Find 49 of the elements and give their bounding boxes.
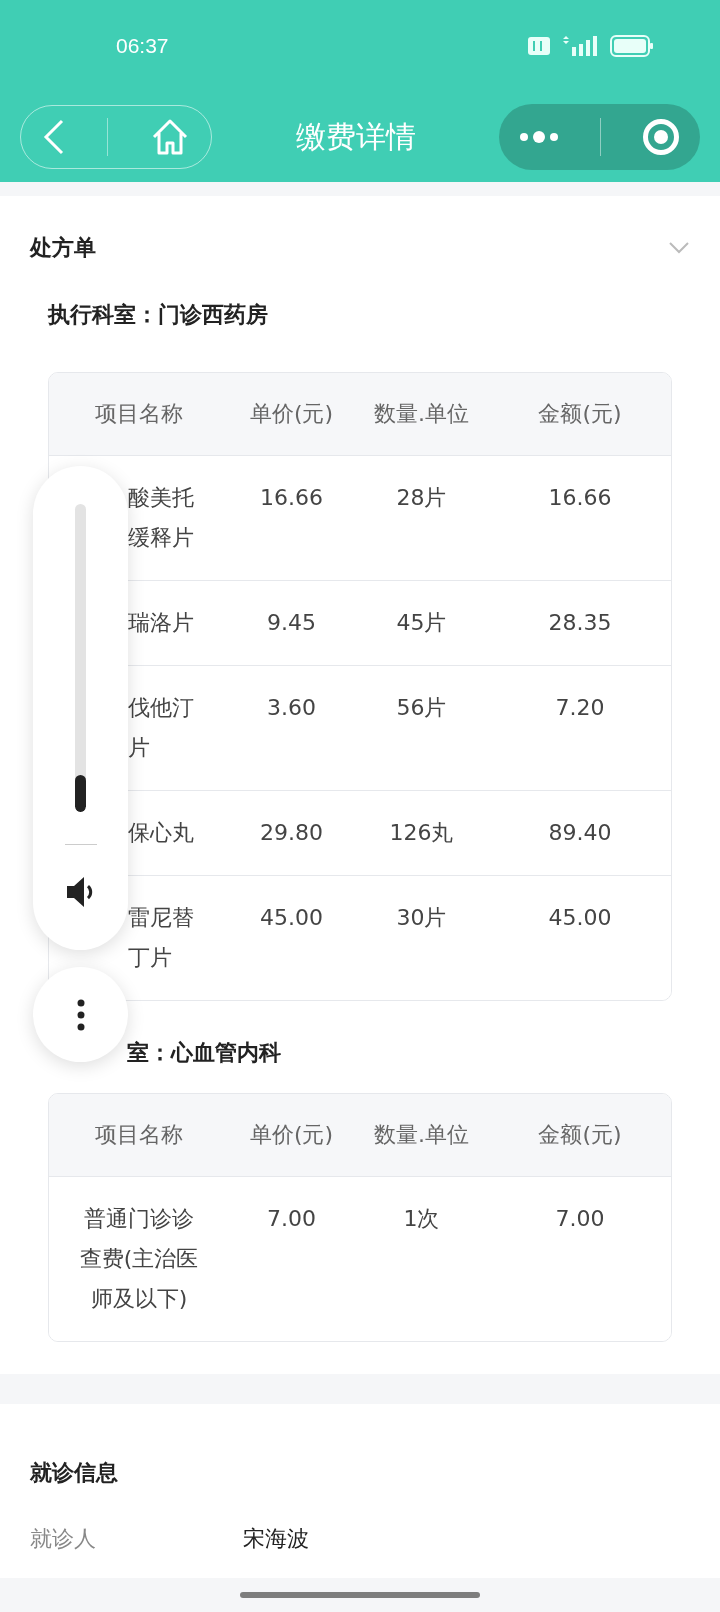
table-cell-text: 瑞洛片 xyxy=(128,609,194,637)
table-cell-text: 28.35 xyxy=(547,609,613,637)
table-cell-text: 56片 xyxy=(395,694,448,722)
more-button[interactable] xyxy=(519,131,560,143)
column-header: 金额(元) xyxy=(537,1121,623,1149)
column-header: 金额(元) xyxy=(537,400,623,428)
table-cell-text: 45片 xyxy=(395,609,448,637)
section-title: 处方单 xyxy=(30,234,96,262)
table-cell-text: 45.00 xyxy=(259,904,324,932)
table-cell-text: 7.20 xyxy=(554,694,606,722)
status-time: 06:37 xyxy=(116,34,169,58)
department-label: 室：心血管内科 xyxy=(127,1039,281,1067)
field-label: 就诊人 xyxy=(30,1525,97,1553)
table-cell-text: 伐他汀 片 xyxy=(128,694,194,762)
field-value: 宋海波 xyxy=(243,1525,309,1553)
table-cell-text: 雷尼替 丁片 xyxy=(128,904,194,972)
table-cell-text: 1次 xyxy=(402,1205,441,1233)
table-cell-text: 普通门诊诊 查费(主治医 师及以下) xyxy=(79,1205,199,1313)
table-cell-text: 保心丸 xyxy=(128,819,194,847)
table-cell-text: 29.80 xyxy=(259,819,324,847)
table-cell-text: 89.40 xyxy=(547,819,613,847)
table-cell-text: 126丸 xyxy=(388,819,455,847)
table-cell-text: 16.66 xyxy=(547,484,613,512)
department-label: 执行科室：门诊西药房 xyxy=(48,301,268,329)
column-header: 项目名称 xyxy=(94,1121,184,1149)
close-button[interactable] xyxy=(641,118,680,156)
back-button[interactable] xyxy=(41,119,66,155)
page-title: 缴费详情 xyxy=(295,117,416,156)
column-header: 单价(元) xyxy=(248,1121,335,1149)
table-cell-text: 45.00 xyxy=(547,904,613,932)
column-header: 项目名称 xyxy=(94,400,184,428)
table-cell-text: 16.66 xyxy=(259,484,324,512)
column-header: 单价(元) xyxy=(248,400,335,428)
battery-icon xyxy=(610,35,654,57)
column-header: 数量.单位 xyxy=(373,400,470,428)
table-cell-text: 28片 xyxy=(395,484,448,512)
volume-slider[interactable] xyxy=(75,504,86,812)
table-cell-text: 30片 xyxy=(395,904,448,932)
chevron-down-icon[interactable] xyxy=(668,241,690,255)
section-title: 就诊信息 xyxy=(30,1459,118,1487)
vertical-dots-icon xyxy=(76,998,85,1031)
table-cell-text: 7.00 xyxy=(266,1205,317,1233)
table-cell-text: 7.00 xyxy=(554,1205,606,1233)
table-cell-text: 酸美托 缓释片 xyxy=(128,484,194,552)
hd-icon xyxy=(528,37,550,55)
home-indicator[interactable] xyxy=(240,1592,480,1598)
table-cell-text: 9.45 xyxy=(266,609,317,637)
table-cell-text: 3.60 xyxy=(266,694,317,722)
column-header: 数量.单位 xyxy=(373,1121,470,1149)
